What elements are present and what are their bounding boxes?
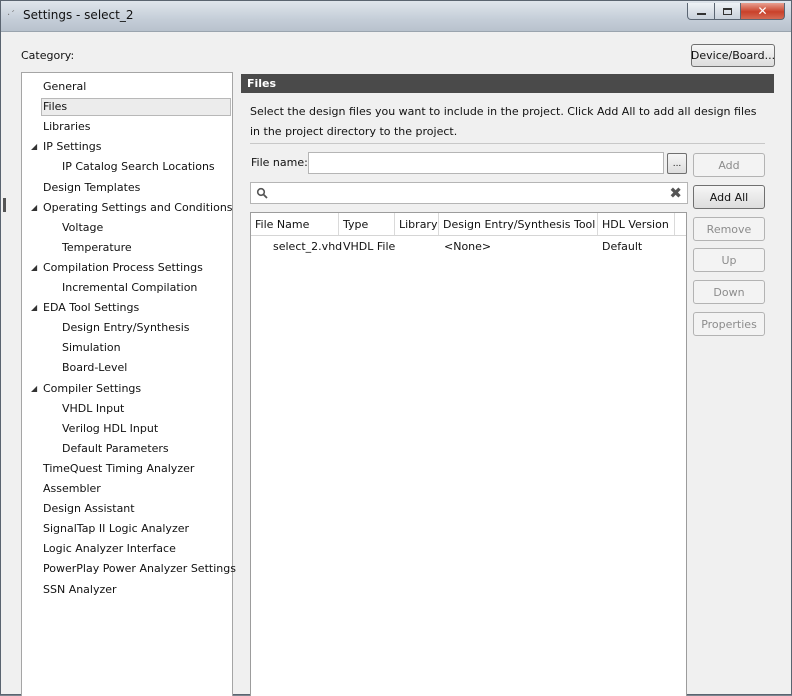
tree-item[interactable]: General bbox=[43, 78, 86, 96]
tree-item[interactable]: Files bbox=[41, 98, 231, 117]
title-bar[interactable]: ·ˊ Settings - select_2 ✕ bbox=[1, 1, 791, 32]
window-title: Settings - select_2 bbox=[23, 8, 134, 22]
column-header[interactable]: Design Entry/Synthesis Tool bbox=[439, 213, 598, 235]
table-cell[interactable]: select_2.vhd bbox=[273, 237, 342, 255]
tree-item[interactable]: Logic Analyzer Interface bbox=[43, 540, 176, 558]
add-button[interactable]: Add bbox=[693, 153, 765, 177]
device-board-button[interactable]: Device/Board... bbox=[691, 44, 775, 67]
filter-input[interactable] bbox=[273, 185, 657, 203]
table-cell[interactable]: Default bbox=[602, 237, 642, 255]
tree-item[interactable]: Simulation bbox=[62, 339, 121, 357]
add-all-button[interactable]: Add All bbox=[693, 185, 765, 209]
tree-item[interactable]: IP Catalog Search Locations bbox=[62, 158, 215, 176]
column-header[interactable]: HDL Version bbox=[598, 213, 675, 235]
tree-item[interactable]: Voltage bbox=[62, 219, 103, 237]
tree-item[interactable]: Operating Settings and Conditions bbox=[43, 199, 233, 217]
tree-item[interactable]: Board-Level bbox=[62, 359, 127, 377]
tree-item[interactable]: TimeQuest Timing Analyzer bbox=[43, 460, 194, 478]
panel-header: Files bbox=[241, 74, 774, 93]
expand-arrow-icon[interactable]: ◢ bbox=[31, 299, 37, 317]
table-header: File Name Type Library Design Entry/Synthes… bbox=[251, 213, 686, 236]
column-header[interactable]: Library bbox=[395, 213, 439, 235]
table-cell[interactable]: VHDL File bbox=[343, 237, 395, 255]
close-button[interactable]: ✕ bbox=[741, 3, 785, 20]
tree-item[interactable]: EDA Tool Settings bbox=[43, 299, 139, 317]
tree-item[interactable]: Libraries bbox=[43, 118, 91, 136]
minimize-button[interactable] bbox=[687, 3, 715, 20]
tree-item[interactable]: Verilog HDL Input bbox=[62, 420, 158, 438]
table-cell[interactable]: <None> bbox=[444, 237, 491, 255]
filter-box: ✖ bbox=[250, 182, 688, 204]
settings-window: ·ˊ Settings - select_2 ✕ Category: Devic… bbox=[0, 0, 792, 696]
tree-item[interactable]: Design Templates bbox=[43, 179, 140, 197]
browse-button[interactable]: ... bbox=[667, 153, 687, 174]
search-icon bbox=[256, 187, 268, 199]
column-header[interactable]: Type bbox=[339, 213, 395, 235]
maximize-button[interactable] bbox=[715, 3, 741, 20]
column-header[interactable]: File Name bbox=[251, 213, 339, 235]
tree-item[interactable]: Compilation Process Settings bbox=[43, 259, 203, 277]
category-label: Category: bbox=[21, 49, 75, 62]
category-tree[interactable]: General Files Libraries ◢ IP Settings IP Cata… bbox=[21, 72, 236, 696]
tree-item[interactable]: SignalTap II Logic Analyzer bbox=[43, 520, 189, 538]
remove-button[interactable]: Remove bbox=[693, 217, 765, 241]
tree-item[interactable]: PowerPlay Power Analyzer Settings bbox=[43, 560, 236, 578]
tree-item[interactable]: Assembler bbox=[43, 480, 101, 498]
tree-item[interactable]: SSN Analyzer bbox=[43, 581, 117, 599]
expand-arrow-icon[interactable]: ◢ bbox=[31, 199, 37, 217]
maximize-icon bbox=[723, 7, 732, 15]
window-controls: ✕ bbox=[687, 3, 785, 21]
up-button[interactable]: Up bbox=[693, 248, 765, 272]
splitter-handle[interactable] bbox=[3, 198, 6, 212]
expand-arrow-icon[interactable]: ◢ bbox=[31, 380, 37, 398]
minimize-icon bbox=[696, 13, 706, 15]
tree-item[interactable]: IP Settings bbox=[43, 138, 102, 156]
down-button[interactable]: Down bbox=[693, 280, 765, 304]
separator bbox=[250, 143, 765, 144]
expand-arrow-icon[interactable]: ◢ bbox=[31, 138, 37, 156]
tree-item[interactable]: Compiler Settings bbox=[43, 380, 141, 398]
tree-item[interactable]: VHDL Input bbox=[62, 400, 124, 418]
files-table[interactable]: File Name Type Library Design Entry/Synthes… bbox=[250, 212, 687, 696]
tree-item[interactable]: Design Assistant bbox=[43, 500, 135, 518]
app-icon: ·ˊ bbox=[7, 10, 16, 21]
clear-filter-icon[interactable]: ✖ bbox=[669, 184, 682, 202]
close-icon: ✕ bbox=[757, 4, 768, 18]
tree-item[interactable]: Incremental Compilation bbox=[62, 279, 197, 297]
properties-button[interactable]: Properties bbox=[693, 312, 765, 336]
file-name-input[interactable] bbox=[308, 152, 664, 174]
files-description: Select the design files you want to incl… bbox=[250, 105, 757, 138]
tree-item[interactable]: Design Entry/Synthesis bbox=[62, 319, 189, 337]
file-name-label: File name: bbox=[251, 156, 308, 169]
expand-arrow-icon[interactable]: ◢ bbox=[31, 259, 37, 277]
tree-item[interactable]: Default Parameters bbox=[62, 440, 169, 458]
tree-item[interactable]: Temperature bbox=[62, 239, 132, 257]
